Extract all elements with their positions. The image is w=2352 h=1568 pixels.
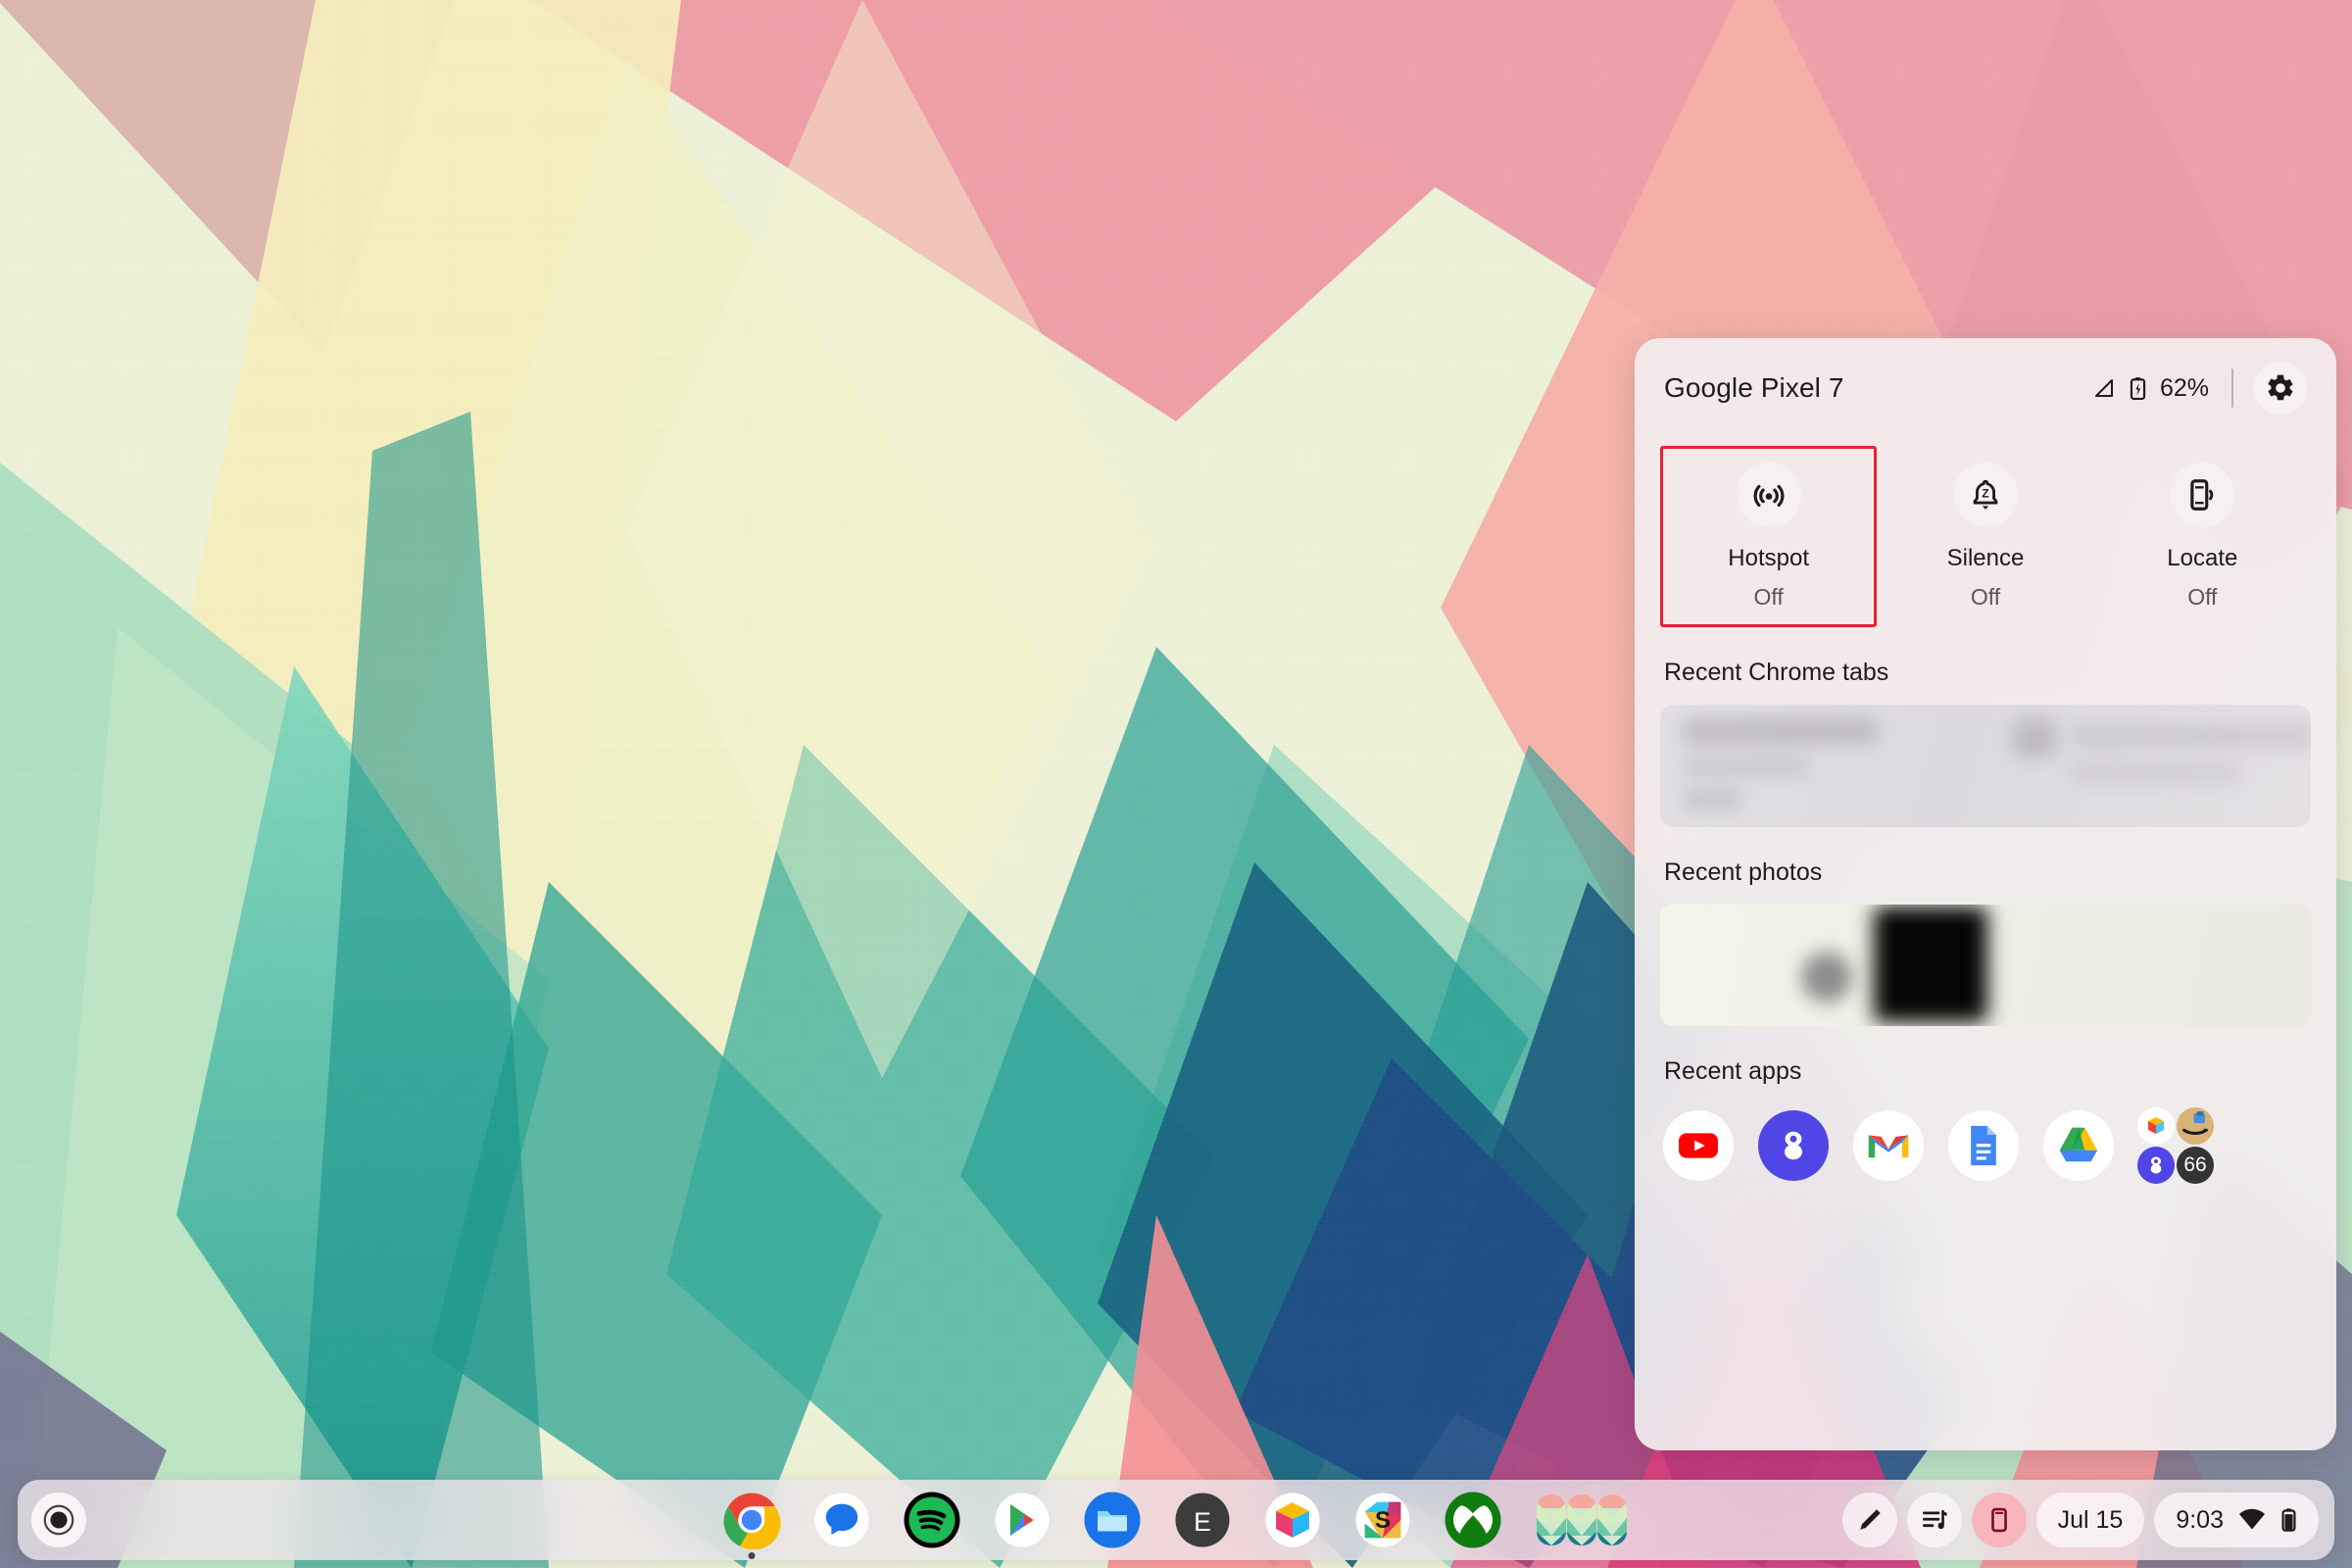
messages-icon xyxy=(1758,1110,1829,1181)
phone-hub-settings-button[interactable] xyxy=(2254,362,2307,415)
shelf-item-files[interactable] xyxy=(1082,1490,1143,1550)
recent-apps-title: Recent apps xyxy=(1664,1057,1802,1085)
spotify-icon xyxy=(904,1492,960,1548)
shelf-app-list: E S xyxy=(721,1490,1631,1559)
tray-time: 9:03 xyxy=(2176,1505,2224,1534)
recent-apps-overflow[interactable]: 66 xyxy=(2137,1107,2214,1184)
shelf-item-messages[interactable] xyxy=(811,1490,872,1550)
shelf-running-indicator xyxy=(748,1552,756,1559)
battery-icon xyxy=(2281,1508,2296,1532)
locate-phone-icon xyxy=(2190,479,2214,511)
google-docs-icon xyxy=(1948,1110,2019,1181)
recent-chrome-tabs-title: Recent Chrome tabs xyxy=(1664,659,1889,686)
quick-action-state: Off xyxy=(2187,584,2218,610)
quick-action-silence[interactable]: Z Silence Off xyxy=(1877,446,2093,627)
gear-icon xyxy=(2268,374,2293,401)
quick-action-state: Off xyxy=(1753,584,1784,610)
hotspot-icon-circle xyxy=(1736,463,1801,527)
quick-actions-row: Hotspot Off Z Silence Off Locate Off xyxy=(1635,424,2336,653)
slack-icon: S xyxy=(1355,1493,1410,1547)
launcher-button[interactable] xyxy=(31,1493,86,1547)
shelf-item-slack[interactable]: S xyxy=(1352,1490,1413,1550)
shelf-item-spotify[interactable] xyxy=(902,1490,962,1550)
google-drive-icon xyxy=(2043,1110,2114,1181)
chrome-icon xyxy=(723,1493,781,1549)
xbox-icon xyxy=(1445,1492,1501,1548)
cube-app-icon xyxy=(2137,1107,2175,1145)
e-app-icon: E xyxy=(1175,1493,1230,1547)
svg-text:Z: Z xyxy=(1982,488,1988,501)
battery-charging-icon xyxy=(2130,377,2146,400)
hotspot-icon xyxy=(1753,484,1785,508)
cube-app-icon xyxy=(1265,1493,1320,1547)
phone-hub-tray-button[interactable] xyxy=(1971,1493,2027,1547)
quick-action-label: Silence xyxy=(1946,545,2025,571)
messages-icon xyxy=(814,1493,869,1547)
recent-chrome-tabs-content[interactable] xyxy=(1660,705,2311,827)
play-store-icon xyxy=(995,1493,1050,1547)
amazon-icon xyxy=(2177,1107,2214,1145)
silence-phone-icon: Z xyxy=(1973,479,1998,510)
launcher-icon xyxy=(43,1504,74,1536)
locate-icon-circle xyxy=(2170,463,2235,527)
messages-icon xyxy=(2137,1147,2175,1184)
phone-name-title: Google Pixel 7 xyxy=(1664,372,1844,403)
shelf: E S Jul 15 9:03 xyxy=(18,1480,2334,1560)
recent-app-gmail[interactable] xyxy=(1852,1109,1925,1182)
phone-hub-header: Google Pixel 7 62% xyxy=(1635,338,2336,424)
recent-apps-row: 66 xyxy=(1635,1103,2336,1184)
media-playlist-icon xyxy=(1922,1509,1947,1530)
phone-hub-panel[interactable]: Google Pixel 7 62% Hotspot Off Z Silence… xyxy=(1635,338,2336,1450)
signal-bars-icon xyxy=(2094,379,2113,397)
quick-action-hotspot[interactable]: Hotspot Off xyxy=(1660,446,1878,627)
shelf-item-cube-app[interactable] xyxy=(1262,1490,1323,1550)
header-divider xyxy=(2231,368,2233,408)
battery-percent-text: 62% xyxy=(2159,373,2209,402)
recent-app-docs[interactable] xyxy=(1947,1109,2020,1182)
recent-app-drive[interactable] xyxy=(2042,1109,2115,1182)
svg-text:S: S xyxy=(1375,1507,1391,1534)
shelf-item-play-store[interactable] xyxy=(992,1490,1053,1550)
quick-action-label: Locate xyxy=(2167,545,2238,571)
shelf-item-xbox[interactable] xyxy=(1443,1490,1503,1550)
recent-apps-overflow-count: 66 xyxy=(2177,1147,2214,1184)
svg-text:E: E xyxy=(1194,1507,1211,1537)
silence-icon-circle: Z xyxy=(1952,463,2018,527)
shelf-item-e-app[interactable]: E xyxy=(1172,1490,1233,1550)
desks-overview-icon xyxy=(1537,1494,1627,1545)
shelf-item-chrome[interactable] xyxy=(721,1490,782,1559)
recent-app-youtube[interactable] xyxy=(1662,1109,1735,1182)
photo-thumbnail xyxy=(1801,952,1852,1003)
tray-date: Jul 15 xyxy=(2057,1505,2124,1534)
quick-action-locate[interactable]: Locate Off xyxy=(2094,446,2311,627)
youtube-icon xyxy=(1663,1110,1734,1181)
recent-app-messages[interactable] xyxy=(1757,1109,1830,1182)
wifi-icon xyxy=(2239,1508,2265,1530)
stylus-pen-icon xyxy=(1859,1509,1881,1530)
stylus-tray-button[interactable] xyxy=(1841,1493,1897,1547)
recent-photos-content[interactable] xyxy=(1660,905,2311,1026)
phone-hub-icon xyxy=(1990,1507,2007,1533)
files-icon xyxy=(1084,1492,1141,1548)
status-tray-button[interactable]: 9:03 xyxy=(2154,1493,2319,1547)
recent-photos-title: Recent photos xyxy=(1664,858,1823,886)
system-tray: Jul 15 9:03 xyxy=(1841,1493,2334,1547)
shelf-item-desks-overview[interactable] xyxy=(1533,1490,1631,1550)
media-tray-button[interactable] xyxy=(1906,1493,1962,1547)
photo-thumbnail xyxy=(1874,906,1987,1022)
date-tray-button[interactable]: Jul 15 xyxy=(2035,1493,2145,1547)
phone-status-group: 62% xyxy=(2092,362,2307,415)
gmail-icon xyxy=(1853,1110,1924,1181)
quick-action-label: Hotspot xyxy=(1728,545,1810,571)
quick-action-state: Off xyxy=(1970,584,2001,610)
